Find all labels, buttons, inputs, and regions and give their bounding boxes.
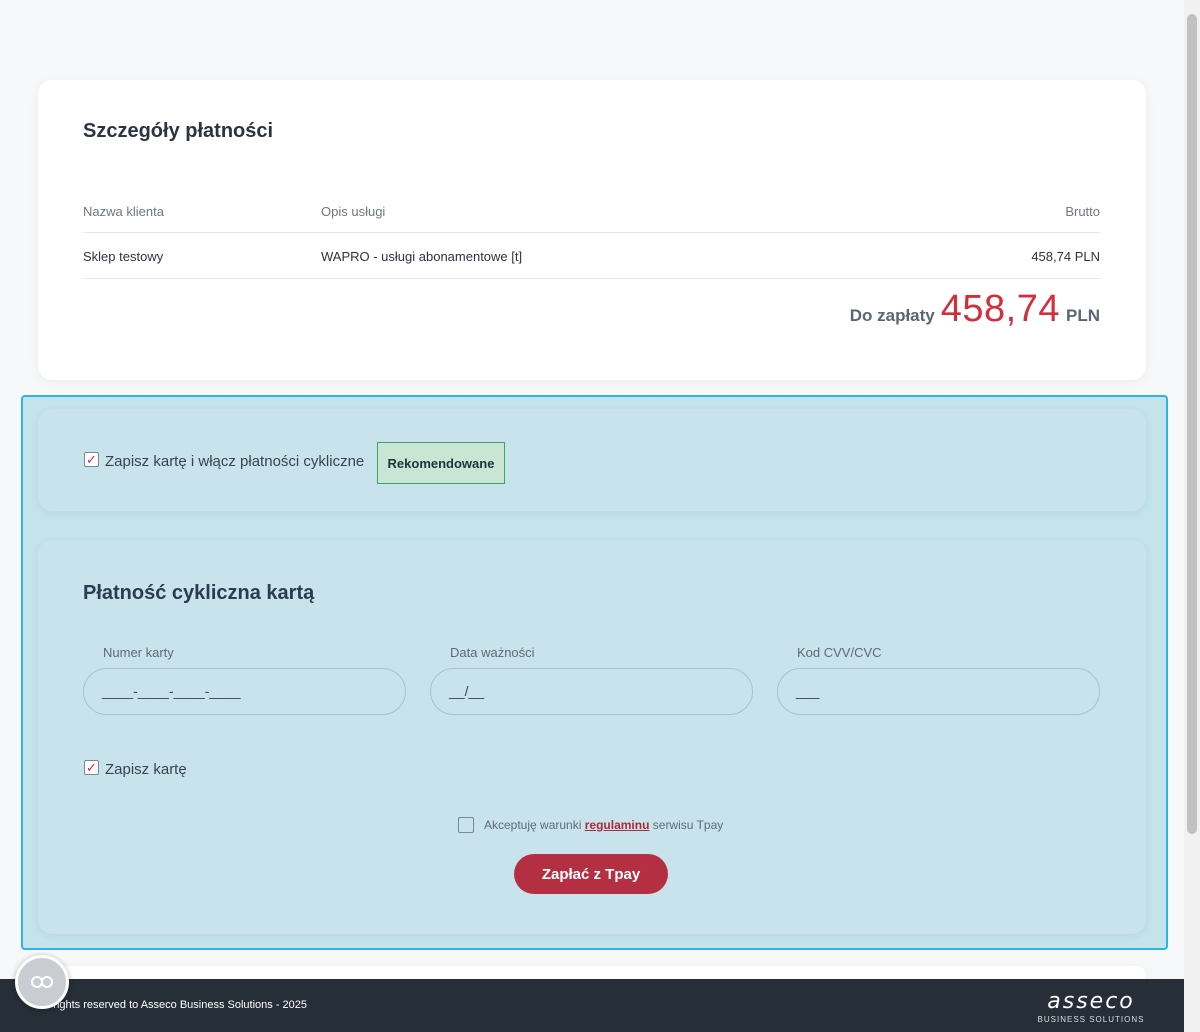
cell-service-description: WAPRO - usługi abonamentowe [t] [321, 249, 523, 264]
terms-acceptance: Akceptuję warunki regulaminu serwisu Tpa… [458, 817, 723, 833]
column-service-description: Opis usługi [321, 204, 386, 219]
expiry-input[interactable]: __/__ [430, 668, 753, 715]
payment-details-card: Szczegóły płatności Nazwa klienta Opis u… [38, 80, 1146, 380]
table-divider [83, 232, 1100, 233]
logo-subtitle: BUSINESS SOLUTIONS [1037, 1015, 1145, 1024]
footer: All rights reserved to Asseco Business S… [0, 979, 1184, 1032]
terms-text: Akceptuję warunki regulaminu serwisu Tpa… [484, 818, 723, 832]
card-form-box: Płatność cykliczna kartą Numer karty ___… [38, 540, 1146, 934]
terms-checkbox[interactable] [458, 817, 474, 833]
cell-client-name: Sklep testowy [83, 249, 164, 264]
footer-copyright: All rights reserved to Asseco Business S… [38, 999, 308, 1011]
column-client-name: Nazwa klienta [83, 204, 164, 219]
recommended-badge: Rekomendowane [377, 442, 505, 484]
total-amount: 458,74 [940, 288, 1060, 330]
save-card-label[interactable]: Zapisz kartę [105, 761, 187, 778]
column-gross: Brutto [1065, 204, 1100, 219]
total-currency: PLN [1066, 306, 1100, 325]
recurring-checkbox-label[interactable]: Zapisz kartę i włącz płatności cykliczne [105, 453, 364, 470]
save-card-checkbox[interactable]: ✓ [84, 760, 99, 775]
cvv-label: Kod CVV/CVC [797, 645, 882, 660]
pay-with-tpay-button[interactable]: Zapłać z Tpay [514, 854, 668, 894]
check-icon: ✓ [86, 452, 97, 467]
card-form-title: Płatność cykliczna kartą [83, 582, 315, 604]
terms-link[interactable]: regulaminu [585, 818, 650, 832]
card-payment-section: ✓ Zapisz kartę i włącz płatności cyklicz… [21, 395, 1168, 950]
terms-suffix: serwisu Tpay [652, 818, 724, 832]
expiry-label: Data ważności [450, 645, 535, 660]
recurring-payment-box: ✓ Zapisz kartę i włącz płatności cyklicz… [38, 409, 1146, 511]
page-scrollbar[interactable] [1184, 0, 1200, 1032]
card-number-input[interactable]: ____-____-____-____ [83, 668, 406, 715]
table-divider [83, 278, 1100, 279]
recurring-checkbox[interactable]: ✓ [84, 452, 99, 467]
payment-details-title: Szczegóły płatności [83, 120, 274, 142]
check-icon: ✓ [86, 760, 97, 775]
total-label: Do zapłaty [849, 306, 935, 325]
asseco-logo: asseco BUSINESS SOLUTIONS [1036, 989, 1146, 1025]
cvv-input[interactable]: ___ [777, 668, 1100, 715]
cell-gross: 458,74 PLN [1031, 249, 1100, 264]
cookie-settings-button[interactable] [15, 955, 69, 1009]
logo-word: asseco [1047, 989, 1135, 1014]
card-number-label: Numer karty [103, 645, 174, 660]
scrollbar-thumb[interactable] [1187, 14, 1197, 834]
terms-prefix: Akceptuję warunki [484, 818, 582, 832]
cookie-icon [31, 976, 53, 988]
total-to-pay: Do zapłaty 458,74 PLN [850, 288, 1100, 331]
